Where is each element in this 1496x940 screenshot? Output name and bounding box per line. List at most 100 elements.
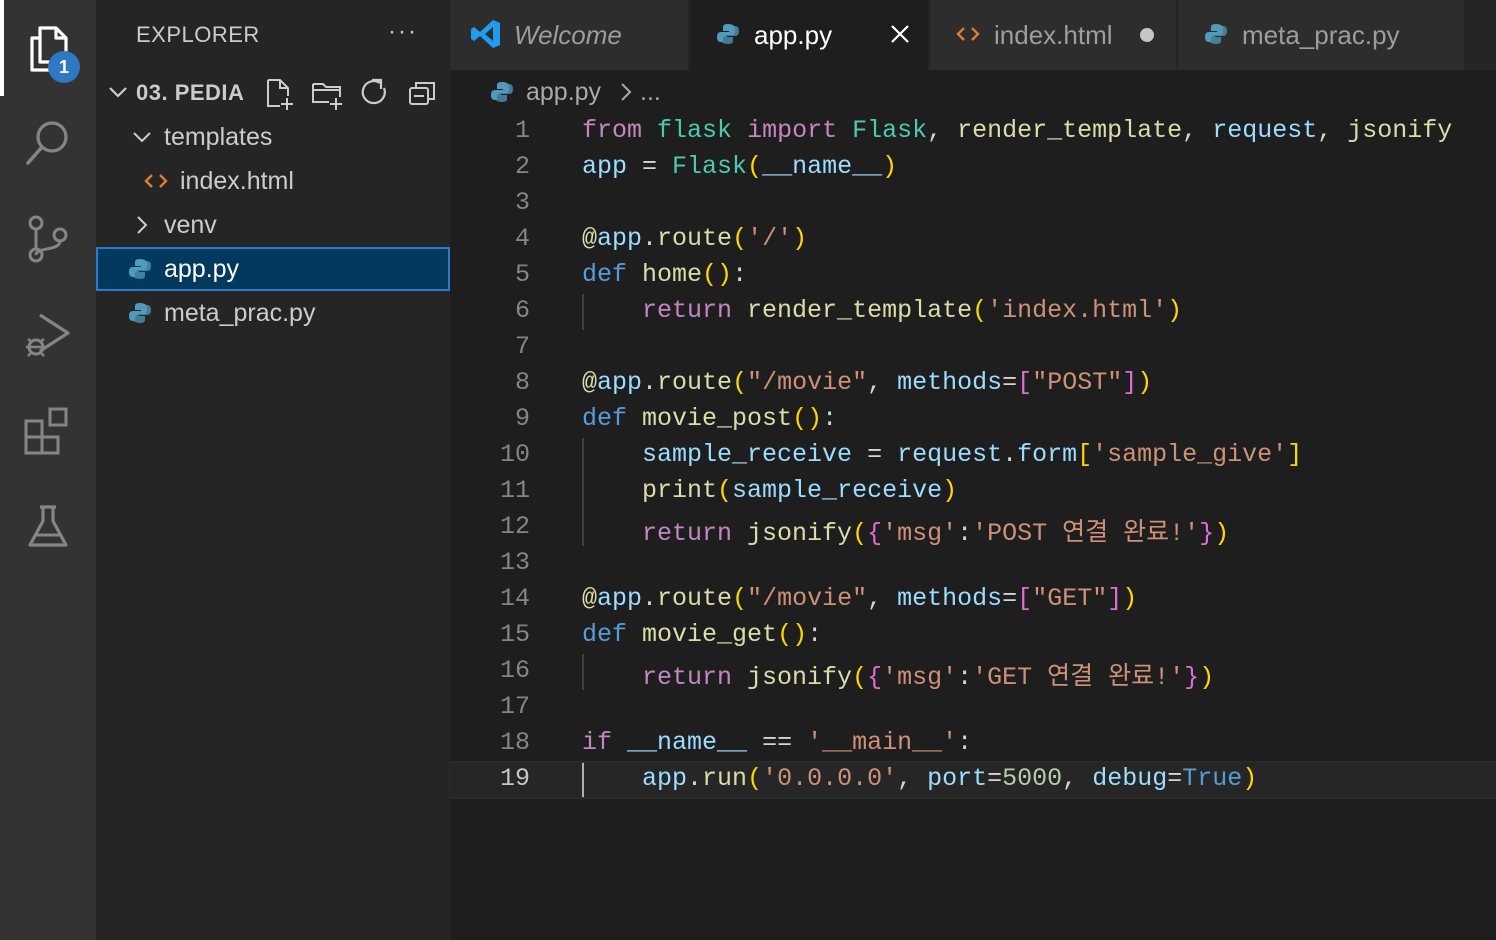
line-number: 8 xyxy=(514,368,530,397)
refresh-icon[interactable] xyxy=(358,76,392,110)
tree-folder-templates[interactable]: templates xyxy=(96,115,450,159)
python-file-icon xyxy=(129,303,151,323)
explorer-sidebar: EXPLORER ··· 03. PEDIA templates index.h… xyxy=(96,0,450,940)
indent-guide xyxy=(582,438,584,546)
code-line[interactable]: 17 xyxy=(450,690,1496,726)
code-editor[interactable]: 1 from flask import Flask, render_templat… xyxy=(449,114,1496,940)
code-line[interactable]: 8 @app.route("/movie", methods=["POST"]) xyxy=(450,366,1496,402)
text-cursor xyxy=(582,763,584,797)
code-line[interactable]: 16 return jsonify({'msg':'GET 연결 완료!'}) xyxy=(450,654,1496,692)
chevron-down-icon xyxy=(133,132,151,143)
tree-label: index.html xyxy=(180,167,294,195)
code-text: app = Flask(__name__) xyxy=(582,152,898,181)
new-file-icon[interactable] xyxy=(262,76,296,110)
chevron-right-icon xyxy=(137,216,148,234)
code-line[interactable]: 18 if __name__ == '__main__': xyxy=(450,726,1496,762)
indent-guide xyxy=(582,654,584,690)
more-actions-button[interactable]: ··· xyxy=(388,18,418,46)
line-number: 10 xyxy=(499,440,530,469)
code-line[interactable]: 14 @app.route("/movie", methods=["GET"]) xyxy=(450,582,1496,618)
run-debug-icon xyxy=(26,313,70,357)
line-number: 14 xyxy=(499,584,530,613)
tree-file-app-py[interactable]: app.py xyxy=(96,247,450,291)
beaker-icon xyxy=(28,505,68,547)
code-text: @app.route("/movie", methods=["GET"]) xyxy=(582,584,1138,613)
code-line[interactable]: 19 app.run('0.0.0.0', port=5000, debug=T… xyxy=(449,761,1496,799)
line-number: 15 xyxy=(499,620,530,649)
modified-dot-icon[interactable] xyxy=(1140,28,1154,42)
line-number: 7 xyxy=(514,332,530,361)
code-line[interactable]: 13 xyxy=(450,546,1496,582)
code-line[interactable]: 11 print(sample_receive) xyxy=(450,474,1496,510)
line-number: 18 xyxy=(499,728,530,757)
extensions-button[interactable] xyxy=(0,386,96,476)
code-text: if __name__ == '__main__': xyxy=(582,728,973,757)
code-text: return jsonify({'msg':'GET 연결 완료!'}) xyxy=(642,663,1215,692)
html-file-icon xyxy=(144,174,168,188)
extensions-icon xyxy=(24,407,68,455)
explorer-badge: 1 xyxy=(48,51,80,83)
line-number: 4 xyxy=(514,224,530,253)
tab-label: meta_prac.py xyxy=(1242,20,1400,50)
line-number: 19 xyxy=(499,764,530,793)
breadcrumb-symbols[interactable]: ... xyxy=(640,78,661,107)
tab-label: index.html xyxy=(994,20,1113,50)
line-number: 11 xyxy=(499,476,530,505)
code-line[interactable]: 3 xyxy=(450,186,1496,222)
code-line[interactable]: 4 @app.route('/') xyxy=(450,222,1496,258)
code-line[interactable]: 10 sample_receive = request.form['sample… xyxy=(450,438,1496,474)
source-control-icon xyxy=(28,215,68,263)
code-text: return render_template('index.html') xyxy=(642,296,1183,325)
run-debug-button[interactable] xyxy=(0,290,96,380)
code-text: def movie_get(): xyxy=(582,620,823,649)
python-icon xyxy=(717,24,739,44)
code-line[interactable]: 7 xyxy=(450,330,1496,366)
tree-folder-venv[interactable]: venv xyxy=(96,203,450,247)
explorer-title: EXPLORER xyxy=(136,22,260,47)
line-number: 2 xyxy=(514,152,530,181)
explorer-button[interactable]: 1 xyxy=(0,3,96,93)
tree-file-index-html[interactable]: index.html xyxy=(96,159,450,203)
collapse-all-icon[interactable] xyxy=(406,76,440,110)
new-folder-icon[interactable] xyxy=(310,76,344,110)
tab-label: Welcome xyxy=(514,20,622,50)
code-line[interactable]: 12 return jsonify({'msg':'POST 연결 완료!'}) xyxy=(450,510,1496,548)
workspace-folder-name: 03. PEDIA xyxy=(136,80,245,105)
source-control-button[interactable] xyxy=(0,194,96,284)
code-line[interactable]: 2 app = Flask(__name__) xyxy=(450,150,1496,186)
code-line[interactable]: 6 return render_template('index.html') xyxy=(450,294,1496,330)
chevron-right-icon xyxy=(621,83,632,101)
line-number: 6 xyxy=(514,296,530,325)
html-icon xyxy=(956,27,980,41)
workspace-folder-header[interactable]: 03. PEDIA xyxy=(96,70,450,114)
code-text: from flask import Flask, render_template… xyxy=(582,116,1453,145)
editor-tab-bar: Welcome app.py index.html meta_prac.py xyxy=(450,0,1496,70)
code-line[interactable]: 1 from flask import Flask, render_templat… xyxy=(450,114,1496,150)
breadcrumb-file[interactable]: app.py xyxy=(526,78,601,107)
code-line[interactable]: 5 def home(): xyxy=(450,258,1496,294)
line-number: 16 xyxy=(499,656,530,685)
code-text: @app.route('/') xyxy=(582,224,808,253)
line-number: 13 xyxy=(499,548,530,577)
activity-bar: 1 xyxy=(0,0,96,940)
line-number: 9 xyxy=(514,404,530,433)
tab-index-html[interactable]: index.html xyxy=(930,0,1176,70)
tab-app-py[interactable]: app.py xyxy=(690,0,928,70)
close-icon[interactable] xyxy=(888,22,912,46)
tree-label: meta_prac.py xyxy=(164,299,316,327)
python-file-icon xyxy=(129,259,151,279)
code-line[interactable]: 9 def movie_post(): xyxy=(450,402,1496,438)
line-number: 12 xyxy=(499,512,530,541)
breadcrumb: app.py ... xyxy=(450,70,1496,116)
code-line[interactable]: 15 def movie_get(): xyxy=(450,618,1496,654)
tree-file-meta-prac-py[interactable]: meta_prac.py xyxy=(96,291,450,335)
tree-label: venv xyxy=(164,211,217,239)
testing-button[interactable] xyxy=(0,482,96,572)
line-number: 3 xyxy=(514,188,530,217)
code-text: print(sample_receive) xyxy=(642,476,958,505)
tab-welcome[interactable]: Welcome xyxy=(450,0,688,70)
indent-guide xyxy=(582,294,584,330)
tab-meta-prac-py[interactable]: meta_prac.py xyxy=(1178,0,1464,70)
python-icon xyxy=(491,82,513,102)
search-button[interactable] xyxy=(0,98,96,188)
